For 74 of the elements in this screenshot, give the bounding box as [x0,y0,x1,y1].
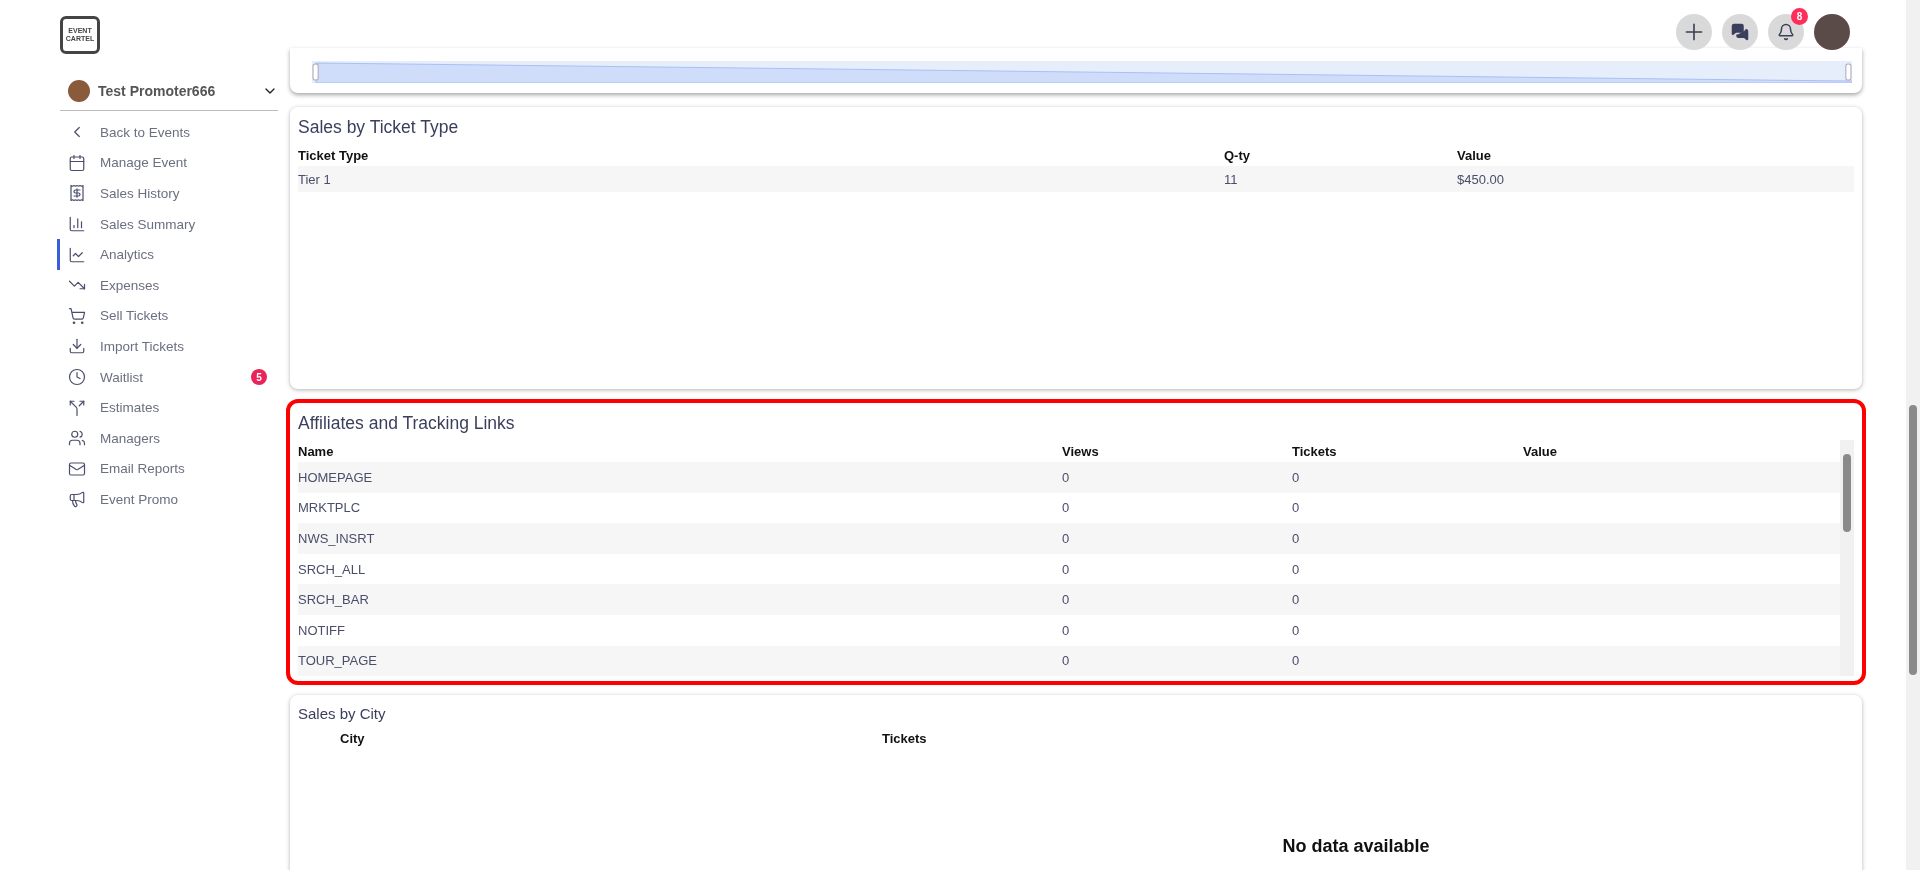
column-header: Value [1523,443,1558,459]
table-cell-text: 0 [1062,500,1071,516]
table-cell-text: 0 [1292,561,1301,577]
sidebar-item[interactable]: Back to Events [57,117,267,148]
megaphone-icon [68,490,86,509]
sidebar-item[interactable]: Event Promo [57,484,267,515]
sidebar-item[interactable]: Sell Tickets [57,300,267,332]
line-chart-icon [68,245,86,264]
notification-badge: 8 [1791,8,1808,25]
split-icon [68,398,86,417]
chat-bubbles-icon [1731,23,1749,41]
table-cell-text: SRCH_BAR [298,592,370,608]
sidebar-item[interactable]: Waitlist 5 [57,361,267,393]
column-header: Q-ty [1224,147,1251,163]
card-title: Affiliates and Tracking Links [298,413,516,434]
table-cell-text: 0 [1292,469,1301,485]
table-cell-text: 0 [1292,653,1301,669]
profile-selector[interactable]: Test Promoter666 [60,76,278,111]
table-cell-text: HOMEPAGE [298,469,374,485]
table-cell-text: 0 [1292,500,1301,516]
column-header: Tickets [1292,443,1338,459]
column-header: Name [298,443,335,459]
table-cell-text: Tier 1 [298,171,332,187]
table-cell-text: 0 [1062,592,1071,608]
page-scrollbar[interactable] [1906,0,1920,870]
empty-message: No data available [1281,836,1431,857]
notifications-button[interactable] [1768,14,1804,50]
bell-icon [1777,23,1795,41]
sidebar-item[interactable]: Sales History [57,178,267,209]
table-cell-text: NOTIFF [298,622,346,638]
avatar-circle [68,80,90,102]
clock-icon [68,368,86,387]
users-icon [68,429,86,448]
sidebar-item[interactable]: Sales Summary [57,208,267,240]
mail-icon [68,459,86,478]
sidebar-item[interactable]: Manage Event [57,147,267,179]
count-badge: 5 [251,369,267,386]
column-header: Value [1457,147,1492,163]
sidebar-item[interactable]: Email Reports [57,453,267,485]
table-cell-text: 0 [1062,561,1071,577]
sidebar-item[interactable]: Analytics [57,239,267,270]
table-cell-text: TOUR_PAGE [298,653,378,669]
table-cell-text: NWS_INSRT [298,531,376,546]
table-cell-text: SRCH_ALL [298,561,367,577]
sidebar-item[interactable]: Expenses [57,269,267,301]
table-cell-text: 11 [1224,171,1239,187]
column-header: Tickets [882,730,928,746]
column-header: Views [1062,443,1100,459]
calendar-icon [68,153,86,172]
cart-icon [68,306,86,325]
bar-chart-icon [68,215,86,234]
scrollbar[interactable] [1840,440,1854,677]
table-cell-text: 0 [1292,531,1301,546]
sidebar-item[interactable]: Import Tickets [57,331,267,362]
profile-name: Test Promoter666 [98,83,217,99]
sidebar-item[interactable]: Estimates [57,392,267,423]
table-cell-text: 0 [1062,531,1071,546]
table-cell-text: MRKTPLC [298,500,362,516]
table-cell-text: 0 [1062,622,1071,638]
card-title: Sales by Ticket Type [298,117,460,138]
card-title: Sales by City [298,705,387,722]
messages-button[interactable] [1722,14,1758,50]
download-icon [68,337,86,356]
table-cell-text: $450.00 [1457,171,1505,187]
column-header: Ticket Type [298,147,370,163]
add-button[interactable] [1676,14,1712,50]
column-header: City [340,730,366,746]
table-cell-text: 0 [1062,469,1071,485]
user-avatar[interactable] [1814,14,1850,50]
table-cell-text: 0 [1292,592,1301,608]
receipt-icon [68,184,86,203]
table-cell-text: 0 [1062,653,1071,669]
sidebar-item[interactable]: Managers [57,422,267,454]
table-cell-text: 0 [1292,622,1301,638]
